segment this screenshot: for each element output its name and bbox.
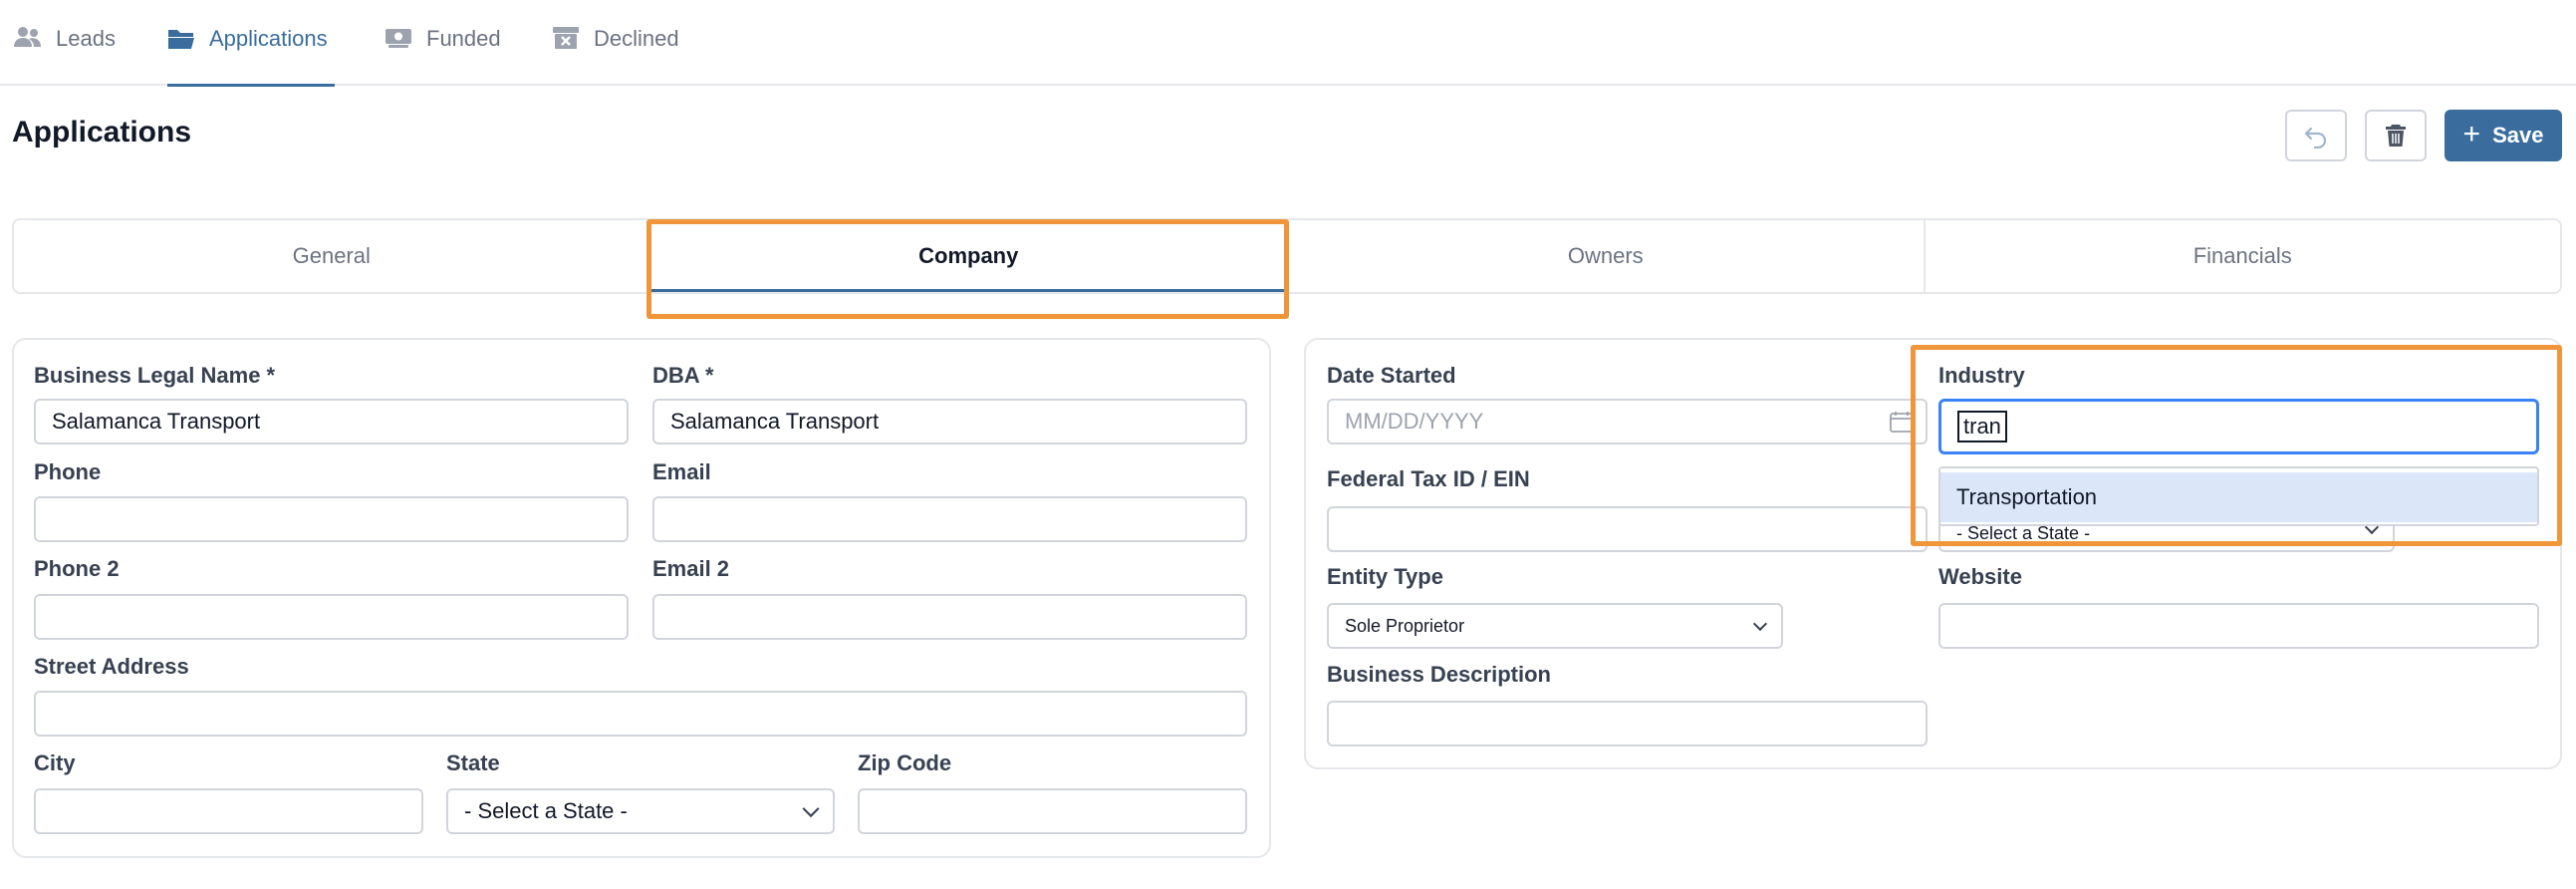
users-icon [14,27,41,47]
date-started-input[interactable]: MM/DD/YYYY [1327,399,1928,444]
email-input[interactable] [652,496,1247,542]
nav-label: Applications [209,26,328,51]
tab-owners[interactable]: Owners [1288,220,1926,292]
section-tabs: General Company Owners Financials [12,218,2562,294]
folder-icon [168,30,194,49]
dba-input[interactable]: Salamanca Transport [652,399,1247,444]
page-title: Applications [12,116,192,148]
nav-label: Funded [426,26,501,51]
top-nav: Leads Applications Funded Declined [0,0,2576,87]
input-value: Salamanca Transport [670,409,880,434]
tab-company[interactable]: Company [650,220,1288,292]
chevron-down-icon [802,800,820,818]
state-label: State [446,750,500,775]
save-label: Save [2492,123,2544,148]
nav-funded[interactable]: Funded [385,26,501,86]
tab-general[interactable]: General [14,220,651,292]
state-select[interactable]: - Select a State - [446,788,835,834]
business-legal-name-label: Business Legal Name * [34,363,276,388]
archive-x-icon [553,27,579,49]
input-value: Salamanca Transport [52,409,261,434]
phone-input[interactable] [34,496,629,542]
undo-button[interactable] [2285,110,2347,161]
phone2-input[interactable] [34,594,629,640]
city-input[interactable] [34,788,423,834]
select-value: - Select a State - [464,798,628,823]
suggestion-item[interactable]: Transportation [1940,472,2537,522]
money-icon [386,29,411,48]
nav-label: Leads [56,26,116,51]
business-legal-name-input[interactable]: Salamanca Transport [34,399,629,444]
email2-label: Email 2 [652,556,730,581]
street-address-label: Street Address [34,654,189,679]
federal-tax-id-label: Federal Tax ID / EIN [1327,466,1530,491]
industry-input[interactable]: tran [1938,399,2539,454]
dba-label: DBA * [652,363,714,388]
entity-type-label: Entity Type [1327,564,1443,589]
industry-suggestions: Transportation [1938,466,2539,526]
phone2-label: Phone 2 [34,556,120,581]
tab-financials[interactable]: Financials [1926,220,2561,292]
nav-label: Declined [594,26,679,51]
trash-icon [2386,125,2406,147]
plus-icon: + [2462,117,2481,150]
calendar-icon[interactable] [1890,411,1914,433]
email2-input[interactable] [652,594,1247,640]
nav-leads[interactable]: Leads [14,26,116,86]
entity-type-select[interactable]: Sole Proprietor [1327,603,1783,649]
phone-label: Phone [34,459,102,484]
chevron-down-icon [1752,616,1768,632]
business-description-input[interactable] [1327,701,1928,746]
input-placeholder: MM/DD/YYYY [1345,409,1484,434]
website-input[interactable] [1938,603,2539,649]
street-address-input[interactable] [34,691,1247,737]
zip-code-input[interactable] [858,788,1247,834]
city-label: City [34,750,76,775]
federal-tax-id-input[interactable] [1327,506,1928,552]
zip-code-label: Zip Code [858,750,952,775]
email-label: Email [652,459,711,484]
industry-label: Industry [1938,363,2025,388]
nav-applications[interactable]: Applications [167,26,335,87]
input-value: tran [1957,411,2007,443]
date-started-label: Date Started [1327,363,1456,388]
website-label: Website [1938,564,2022,589]
delete-button[interactable] [2365,110,2427,161]
select-value: Sole Proprietor [1345,615,1465,636]
business-description-label: Business Description [1327,662,1551,687]
nav-declined[interactable]: Declined [552,26,679,86]
undo-icon [2304,127,2327,148]
save-button[interactable]: + Save [2445,110,2562,161]
